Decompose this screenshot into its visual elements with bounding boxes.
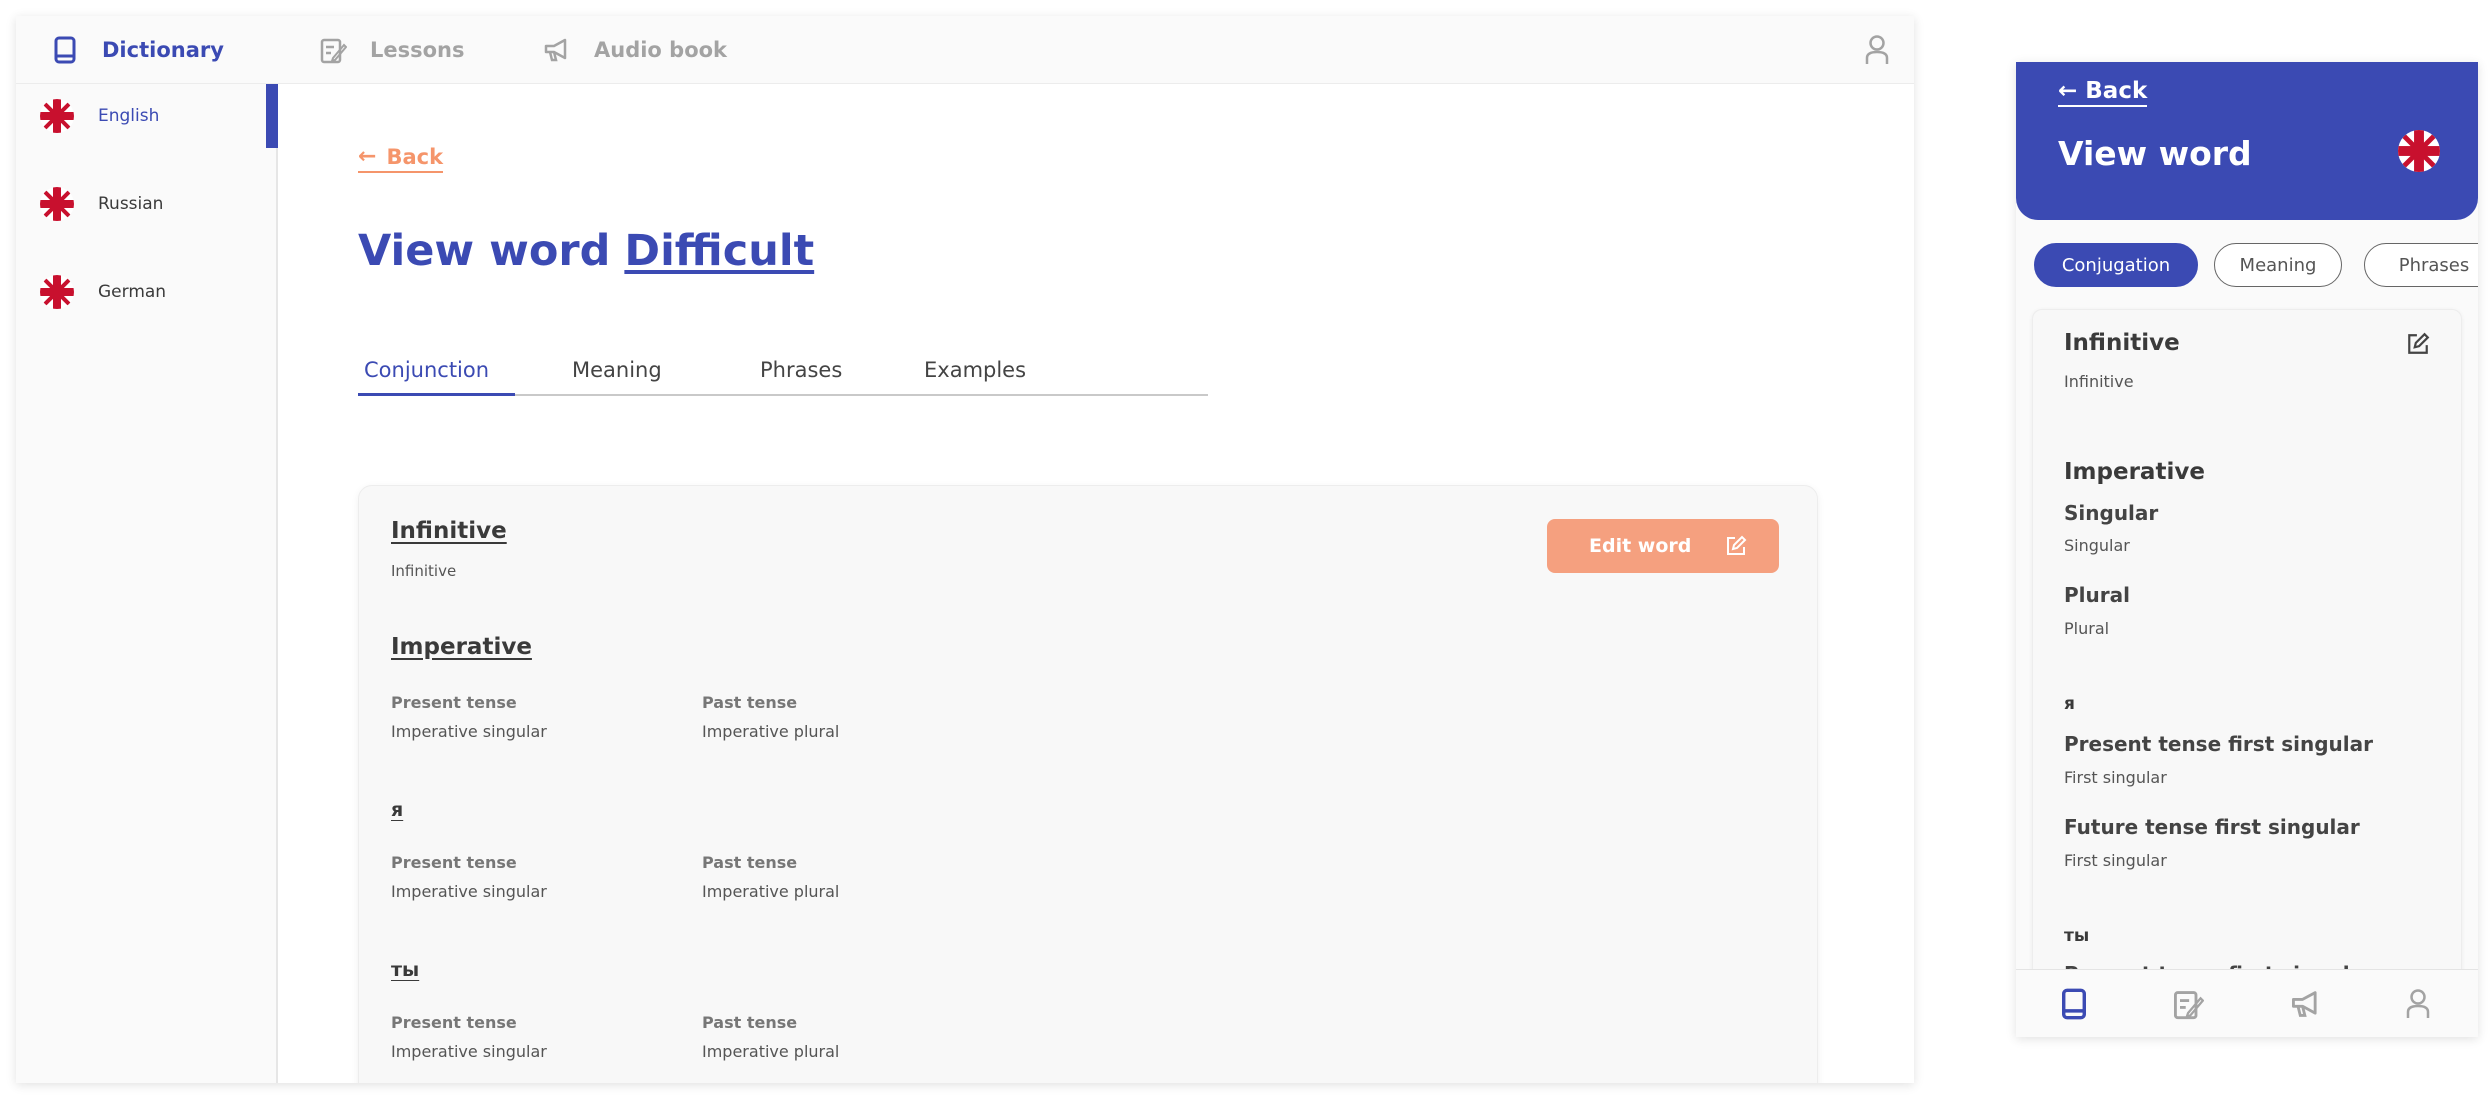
sidebar-item-label: German — [98, 282, 167, 302]
uk-flag-icon — [40, 99, 74, 133]
col-label-past: Past tense — [702, 853, 798, 872]
tab-meaning[interactable]: Meaning — [572, 346, 662, 394]
col-label-past: Past tense — [702, 693, 798, 712]
mobile-infinitive-value: Infinitive — [2064, 372, 2134, 391]
tab-conjunction[interactable]: Conjunction — [357, 346, 516, 396]
uk-flag-icon — [40, 275, 74, 309]
page-title-word: Difficult — [624, 226, 815, 276]
book-icon — [50, 35, 80, 65]
col-value-present: Imperative singular — [391, 882, 547, 901]
mobile-bottom-nav — [2016, 969, 2478, 1037]
mobile-conjugation-card — [2032, 309, 2462, 1029]
section-title-ty: ты — [391, 959, 420, 981]
nav-lessons-label: Lessons — [370, 38, 465, 62]
edit-icon[interactable] — [2406, 332, 2430, 356]
uk-flag-icon[interactable] — [2398, 130, 2440, 172]
col-label-present: Present tense — [391, 693, 517, 712]
edit-icon — [1725, 535, 1747, 557]
language-sidebar: English Russian German — [16, 84, 278, 1083]
mobile-present-first-value: First singular — [2064, 768, 2167, 787]
mobile-infinitive-title: Infinitive — [2064, 330, 2180, 356]
mobile-header: ← Back View word — [2016, 62, 2478, 220]
col-value-past: Imperative plural — [702, 722, 840, 741]
back-link[interactable]: ← Back — [358, 144, 444, 173]
arrow-left-icon: ← — [358, 144, 377, 169]
edit-note-icon[interactable] — [2170, 986, 2206, 1022]
mobile-back-link[interactable]: ← Back — [2058, 78, 2148, 107]
main-content: ← Back View word Difficult Conjunction Me… — [357, 84, 1858, 1083]
uk-flag-icon — [40, 187, 74, 221]
sidebar-item-german[interactable]: German — [16, 260, 278, 324]
arrow-left-icon: ← — [2058, 78, 2078, 104]
mobile-imperative-title: Imperative — [2064, 459, 2205, 485]
mobile-plural-value: Plural — [2064, 619, 2110, 638]
sidebar-item-english[interactable]: English — [16, 84, 278, 148]
megaphone-icon[interactable] — [2288, 986, 2324, 1022]
tab-phrases[interactable]: Phrases — [760, 346, 842, 394]
nav-dictionary[interactable]: Dictionary — [50, 16, 224, 84]
mobile-pronoun-ty: ты — [2064, 926, 2090, 946]
tab-examples[interactable]: Examples — [924, 346, 1026, 394]
back-label: Back — [386, 144, 444, 169]
megaphone-icon — [542, 35, 572, 65]
edit-note-icon — [318, 35, 348, 65]
col-value-present: Imperative singular — [391, 1042, 547, 1061]
mobile-page-title: View word — [2058, 134, 2252, 173]
col-value-present: Imperative singular — [391, 722, 547, 741]
nav-audio-book-label: Audio book — [594, 38, 728, 62]
col-label-present: Present tense — [391, 853, 517, 872]
infinitive-title: Infinitive — [391, 518, 507, 544]
nav-dictionary-label: Dictionary — [102, 38, 224, 62]
sidebar-item-label: English — [98, 106, 160, 126]
top-navigation: Dictionary Lessons Audio book — [16, 16, 1914, 84]
col-label-past: Past tense — [702, 1013, 798, 1032]
chip-meaning[interactable]: Meaning — [2214, 243, 2342, 287]
col-label-present: Present tense — [391, 1013, 517, 1032]
mobile-back-label: Back — [2085, 78, 2148, 104]
mobile-plural-label: Plural — [2064, 583, 2130, 607]
col-value-past: Imperative plural — [702, 882, 840, 901]
chip-phrases[interactable]: Phrases — [2364, 243, 2478, 287]
section-title-imperative: Imperative — [391, 634, 532, 660]
word-tabs: Conjunction Meaning Phrases Examples — [357, 346, 1208, 396]
mobile-future-first-label: Future tense first singular — [2064, 815, 2360, 839]
chip-conjugation[interactable]: Conjugation — [2034, 243, 2198, 287]
book-icon[interactable] — [2056, 986, 2092, 1022]
mobile-singular-value: Singular — [2064, 536, 2130, 555]
infinitive-value: Infinitive — [391, 562, 457, 580]
nav-audio-book[interactable]: Audio book — [542, 16, 727, 84]
mobile-future-first-value: First singular — [2064, 851, 2167, 870]
page-title: View word Difficult — [358, 226, 814, 276]
col-value-past: Imperative plural — [702, 1042, 840, 1061]
mobile-window: ← Back View word Conjugation Meaning Phr… — [2016, 62, 2478, 1037]
conjugation-card: Infinitive Infinitive Edit word Imperati… — [358, 485, 1818, 1083]
edit-word-label: Edit word — [1589, 535, 1692, 557]
page-title-prefix: View word — [358, 226, 611, 276]
mobile-present-first-label: Present tense first singular — [2064, 732, 2373, 756]
user-icon[interactable] — [1862, 34, 1892, 66]
mobile-singular-label: Singular — [2064, 501, 2159, 525]
user-icon[interactable] — [2400, 986, 2436, 1022]
desktop-window: Dictionary Lessons Audio book English Ru… — [16, 16, 1914, 1083]
mobile-pronoun-ya: я — [2064, 694, 2075, 714]
section-title-ya: я — [391, 799, 404, 821]
nav-lessons[interactable]: Lessons — [318, 16, 465, 84]
edit-word-button[interactable]: Edit word — [1547, 519, 1779, 573]
sidebar-item-label: Russian — [98, 194, 164, 214]
sidebar-item-russian[interactable]: Russian — [16, 172, 278, 236]
